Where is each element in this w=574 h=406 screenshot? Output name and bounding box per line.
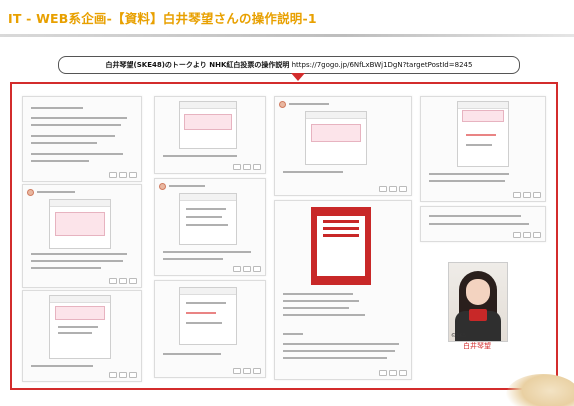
page-title: IT - WEB系企画-【資料】白井琴望さんの操作説明-1 xyxy=(8,11,317,26)
member-name-label: 白井琴望 xyxy=(463,342,491,350)
app-screenshot xyxy=(179,101,237,149)
reaction-icons xyxy=(513,192,541,198)
app-screenshot xyxy=(49,295,111,359)
post-card-9 xyxy=(420,96,546,202)
avatar xyxy=(27,188,34,196)
reaction-icons xyxy=(109,372,137,378)
reaction-icons xyxy=(109,278,137,284)
post-card-3 xyxy=(22,290,142,382)
post-card-1 xyxy=(22,96,142,182)
post-card-4 xyxy=(154,96,266,174)
app-screenshot xyxy=(49,199,111,249)
post-card-6 xyxy=(154,280,266,378)
reaction-icons xyxy=(379,186,407,192)
post-card-7 xyxy=(274,96,412,196)
down-arrow-icon xyxy=(291,73,305,81)
post-card-5 xyxy=(154,178,266,276)
reaction-icons xyxy=(513,232,541,238)
app-screenshot xyxy=(305,111,367,165)
reaction-icons xyxy=(109,172,137,178)
reaction-icons xyxy=(233,266,261,272)
reaction-icons xyxy=(379,370,407,376)
app-screenshot xyxy=(457,101,509,167)
promo-poster-image xyxy=(311,207,371,285)
app-screenshot xyxy=(179,193,237,245)
caption-heading: 白井琴望(SKE48)のトークより NHK紅白投票の操作説明 xyxy=(105,61,290,69)
post-card-10 xyxy=(420,206,546,242)
source-caption: 白井琴望(SKE48)のトークより NHK紅白投票の操作説明 https://7… xyxy=(58,56,520,74)
avatar xyxy=(159,182,166,190)
app-screenshot xyxy=(179,287,237,345)
member-photo: ©AKS xyxy=(448,262,508,342)
reaction-icons xyxy=(233,164,261,170)
post-card-8 xyxy=(274,200,412,380)
reaction-icons xyxy=(233,368,261,374)
avatar xyxy=(279,100,286,108)
caption-url[interactable]: https://7gogo.jp/6NfLxBWj1DgN?targetPost… xyxy=(292,61,473,69)
slide: IT - WEB系企画-【資料】白井琴望さんの操作説明-1 白井琴望(SKE48… xyxy=(0,0,574,406)
photo-copyright: ©AKS xyxy=(451,333,466,339)
title-divider xyxy=(0,34,574,37)
post-card-2 xyxy=(22,184,142,288)
